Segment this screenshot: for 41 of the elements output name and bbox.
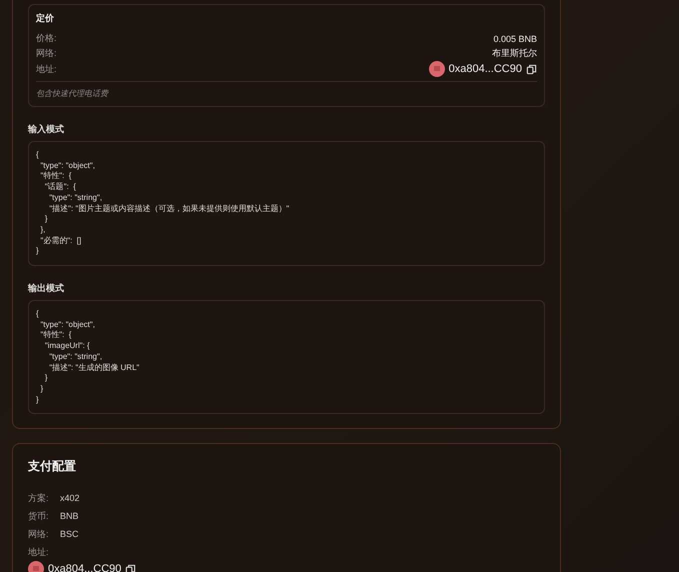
field-value: BSC xyxy=(60,529,79,540)
code-line: "描述": "生成的图像 URL" xyxy=(48,362,140,374)
copy-icon[interactable] xyxy=(526,64,537,74)
section-title: 输入模式 xyxy=(28,123,65,136)
field-label: 网络: xyxy=(28,528,50,541)
note-text: 包含快速代理电话费 xyxy=(36,88,110,99)
code-line: { xyxy=(36,309,40,320)
code-line: "type": "object", xyxy=(39,320,96,330)
avatar-icon xyxy=(428,61,445,77)
field-value: x402 xyxy=(60,493,80,504)
field-value: 布里斯托尔 xyxy=(492,47,537,60)
code-line: } xyxy=(39,384,44,395)
code-line: "必需的": [] xyxy=(39,236,82,246)
field-label: 方案: xyxy=(28,492,50,505)
field-label: 地址: xyxy=(28,546,49,559)
code-line: "特性": { xyxy=(39,330,72,342)
field-label: 货币: xyxy=(28,510,50,523)
field-label: 网络: xyxy=(36,47,57,60)
wallet-address: 0xa804...CC90 xyxy=(448,63,522,75)
code-line: { xyxy=(36,150,40,161)
code-line: "type": "object", xyxy=(39,160,96,172)
wallet-address: 0xa804...CC90 xyxy=(48,563,122,572)
card-title: 支付配置 xyxy=(28,458,77,476)
code-line: } xyxy=(44,214,49,225)
code-line: } xyxy=(36,394,40,406)
copy-icon[interactable] xyxy=(125,564,136,572)
code-line: "type": "string", xyxy=(48,352,104,363)
code-line: "特性": { xyxy=(39,171,72,182)
code-line: "imageUrl": { xyxy=(44,341,91,352)
field-value: 0.005 BNB xyxy=(493,34,537,44)
field-value: BNB xyxy=(60,511,79,522)
field-label: 价格: xyxy=(36,32,57,45)
code-line: "描述": "图片主题或内容描述（可选，如果未提供则使用默认主题）" xyxy=(48,204,290,214)
field-label: 地址: xyxy=(36,62,57,76)
code-line: "话题": { xyxy=(44,182,77,193)
section-title: 定价 xyxy=(36,12,55,25)
code-line: }, xyxy=(39,224,46,236)
section-title: 输出模式 xyxy=(28,282,65,296)
code-line: "type": "string", xyxy=(48,192,104,204)
code-line: } xyxy=(44,373,49,384)
code-line: } xyxy=(36,246,40,258)
